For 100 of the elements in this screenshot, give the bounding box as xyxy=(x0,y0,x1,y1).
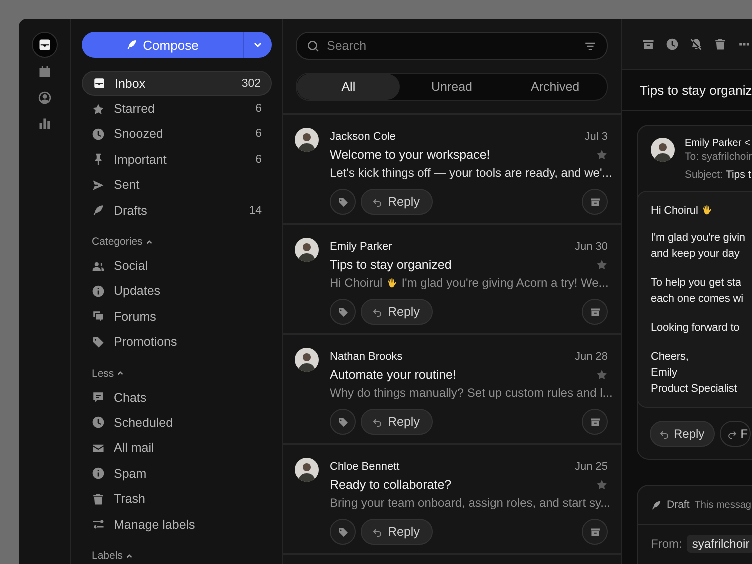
body-text: and keep your day xyxy=(651,247,741,262)
sidebar-item[interactable]: Inbox 302 xyxy=(82,71,272,96)
body-text: Cheers, xyxy=(651,350,690,365)
archive-button[interactable] xyxy=(582,299,608,325)
section-toggle[interactable]: Labels xyxy=(92,549,272,564)
message-preview: Bring your team onboard, assign roles, and start sy... xyxy=(330,496,611,510)
body-text: each one comes wi xyxy=(651,292,744,307)
compose-button[interactable]: Compose xyxy=(82,32,243,58)
section-toggle[interactable]: Less xyxy=(92,366,272,381)
chat-icon xyxy=(92,391,105,404)
archive-button[interactable] xyxy=(582,189,608,215)
tag-icon xyxy=(338,526,348,538)
forward-arrow-icon xyxy=(726,428,738,440)
inbox-icon xyxy=(93,77,106,90)
chevron-icon xyxy=(144,238,154,247)
archive-icon xyxy=(590,526,600,538)
sidebar-item[interactable]: Social xyxy=(82,253,272,279)
tag-button[interactable] xyxy=(330,519,356,545)
sliders-icon xyxy=(92,518,105,532)
feather-icon xyxy=(651,500,662,510)
search-field[interactable]: Search xyxy=(296,32,608,60)
sender-name: Chloe Bennett xyxy=(330,461,400,473)
trash-icon[interactable] xyxy=(714,38,727,50)
reply-button[interactable]: Reply xyxy=(361,409,433,435)
tab[interactable]: Archived xyxy=(504,74,607,100)
reply-arrow-icon xyxy=(372,306,383,318)
sidebar-item[interactable]: Scheduled xyxy=(82,410,272,436)
message-row[interactable]: Emily Parker Jun 30 Tips to stay organized Hi Choirul I'm glad you're giving Acorn a try! We... Reply xyxy=(283,225,621,335)
sidebar-item[interactable]: Chats xyxy=(82,384,272,410)
sidebar-item[interactable]: Updates xyxy=(82,278,272,304)
message-subject: Tips to stay organized xyxy=(330,258,452,272)
star-icon[interactable] xyxy=(596,369,608,381)
avatar xyxy=(295,348,319,372)
feather-icon xyxy=(126,39,138,51)
archive-button[interactable] xyxy=(582,519,608,545)
tab[interactable]: Unread xyxy=(400,74,504,100)
sidebar-item[interactable]: Forums xyxy=(82,304,272,330)
body-text: I'm glad you're givin xyxy=(651,231,746,246)
sender-name: Jackson Cole xyxy=(330,131,396,143)
message-subject: Ready to collaborate? xyxy=(330,478,452,492)
search-input[interactable]: Search xyxy=(325,38,579,54)
tag-icon xyxy=(338,196,348,208)
sidebar-item[interactable]: Starred 6 xyxy=(82,96,272,122)
message-preview: Let's kick things off — your tools are ready, and we'... xyxy=(330,166,612,180)
message-row[interactable]: Jackson Cole Jul 3 Welcome to your workspace! Let's kick things off — your tools are ready, and we'... Reply xyxy=(283,115,621,225)
section-toggle[interactable]: Categories xyxy=(92,235,272,250)
star-icon[interactable] xyxy=(596,149,608,161)
archive-icon xyxy=(590,416,600,428)
avatar xyxy=(295,458,319,482)
tag-button[interactable] xyxy=(330,189,356,215)
reply-button[interactable]: Reply xyxy=(650,421,715,447)
info-icon xyxy=(92,284,105,298)
sender-name: Nathan Brooks xyxy=(330,351,403,363)
body-text: To help you get sta xyxy=(651,276,742,291)
reply-button[interactable]: Reply xyxy=(361,299,433,325)
reply-button[interactable]: Reply xyxy=(361,519,433,545)
tag-button[interactable] xyxy=(330,299,356,325)
message-preview: I'm glad you're giving Acorn a try! We... xyxy=(402,276,609,290)
waving-hand-icon xyxy=(701,204,714,217)
sidebar-item[interactable]: Promotions xyxy=(82,330,272,355)
message-subject: Welcome to your workspace! xyxy=(330,148,490,162)
compose-dropdown-button[interactable] xyxy=(243,32,272,58)
forward-button[interactable]: F xyxy=(720,421,752,447)
sidebar-item[interactable]: All mail xyxy=(82,436,272,462)
email-title: Tips to stay organiz xyxy=(622,70,752,111)
sidebar-item[interactable]: Manage labels xyxy=(82,512,272,538)
reply-arrow-icon xyxy=(659,428,670,440)
bell-off-icon[interactable] xyxy=(690,38,703,50)
send-icon xyxy=(92,178,105,192)
sidebar-item[interactable]: Drafts 14 xyxy=(82,198,272,224)
avatar xyxy=(295,128,319,152)
sidebar-item[interactable]: Sent xyxy=(82,172,272,198)
message-row[interactable]: Chloe Bennett Jun 25 Ready to collaborate? Bring your team onboard, assign roles, and start sy... Reply xyxy=(283,445,621,555)
clock-icon xyxy=(92,416,105,430)
draft-label: Draft xyxy=(667,499,690,511)
message-row[interactable]: Nathan Brooks Jun 28 Automate your routine! Why do things manually? Set up custom rules and l... Reply xyxy=(283,335,621,445)
sidebar-item[interactable]: Snoozed 6 xyxy=(82,122,272,148)
clock-icon[interactable] xyxy=(666,38,679,50)
tab[interactable]: All xyxy=(297,74,400,100)
star-icon[interactable] xyxy=(596,479,608,491)
archive-icon xyxy=(590,196,600,208)
tag-icon xyxy=(338,416,348,428)
archive-icon xyxy=(590,306,600,318)
archive-button[interactable] xyxy=(582,409,608,435)
from-field[interactable]: syafrilchoir xyxy=(687,535,752,553)
tag-button[interactable] xyxy=(330,409,356,435)
sidebar-item[interactable]: Trash xyxy=(82,486,272,512)
archive-icon[interactable] xyxy=(642,38,655,50)
reply-arrow-icon xyxy=(372,526,383,538)
sidebar-item[interactable]: Important 6 xyxy=(82,147,272,173)
chevron-icon xyxy=(124,552,134,561)
reply-arrow-icon xyxy=(372,196,383,208)
draft-note: This messag xyxy=(694,500,752,510)
sidebar-item[interactable]: Spam xyxy=(82,461,272,486)
star-icon xyxy=(92,102,105,116)
message-date: Jul 3 xyxy=(584,131,608,143)
clock-icon xyxy=(92,128,105,141)
reply-button[interactable]: Reply xyxy=(361,189,433,215)
star-icon[interactable] xyxy=(596,259,608,271)
inbox-icon[interactable] xyxy=(32,32,58,58)
